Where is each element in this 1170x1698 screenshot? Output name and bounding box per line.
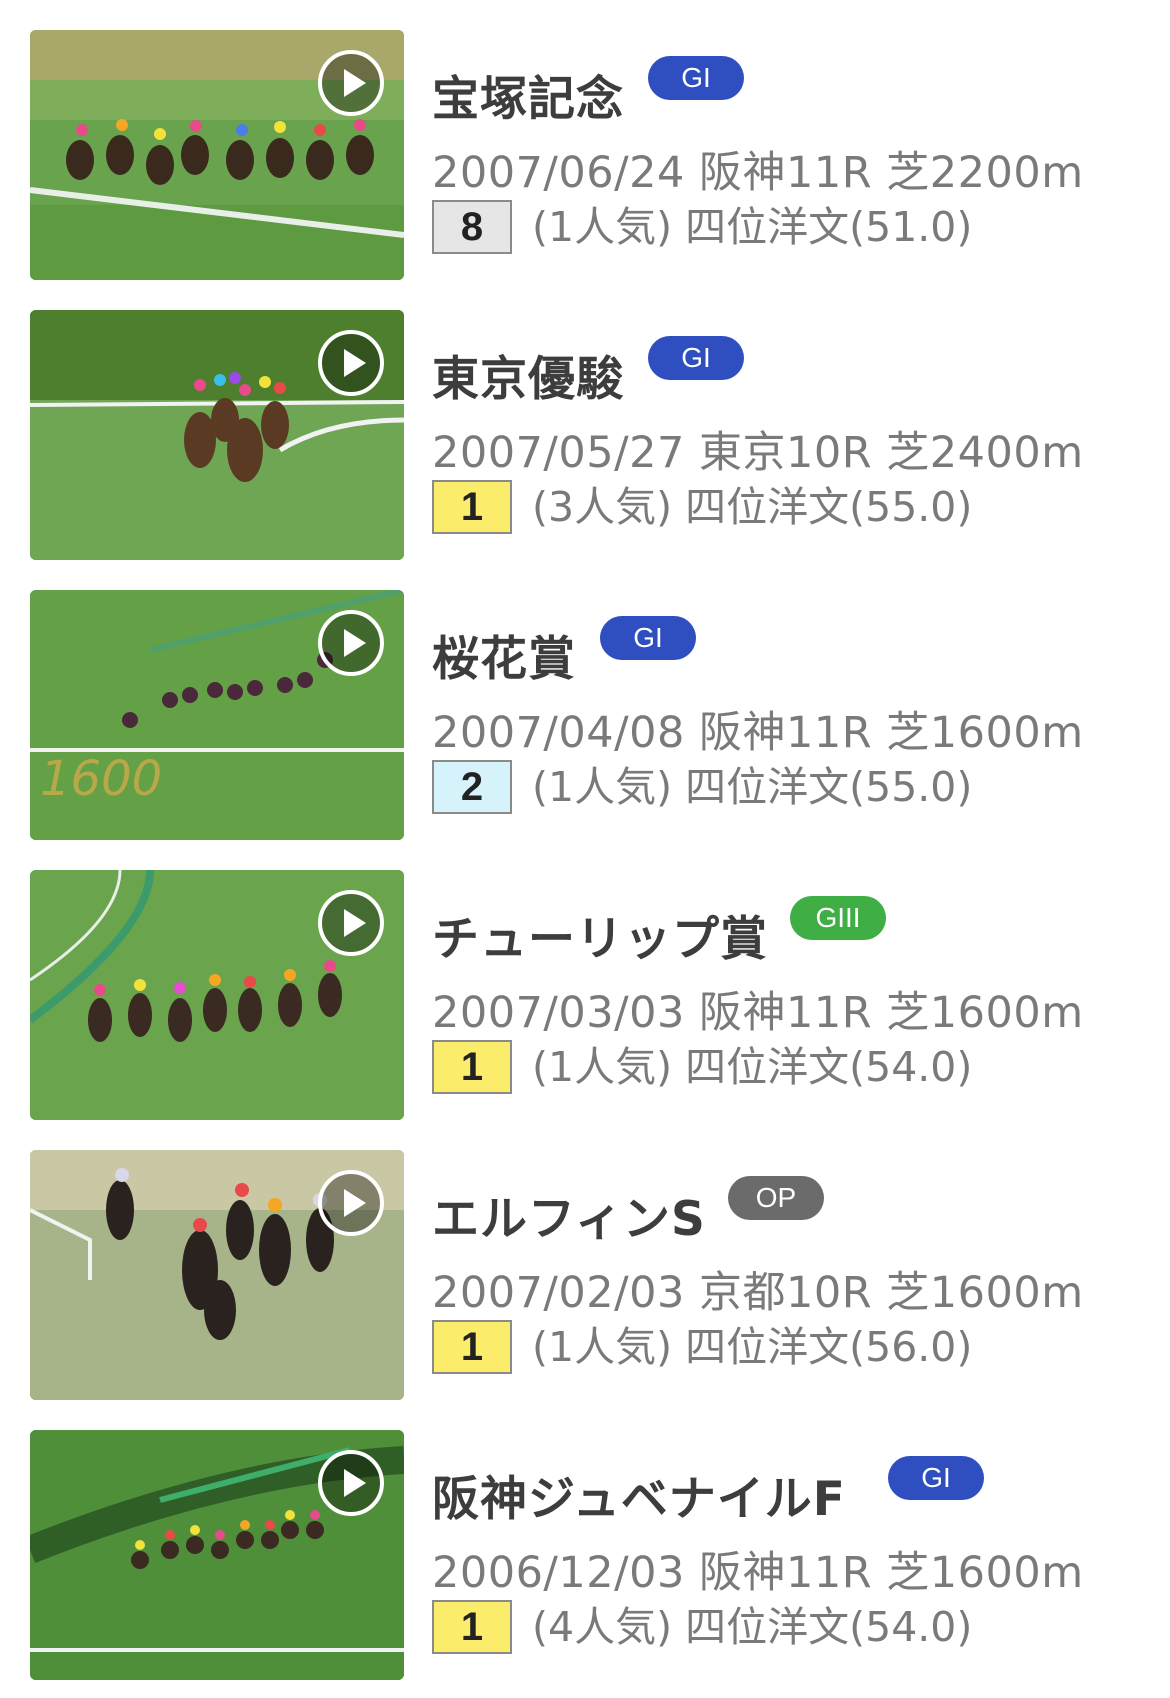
race-row[interactable]: 1600 桜花賞 GI 2007/04/08 阪神11R 芝1600m 2 (1… — [0, 590, 1170, 842]
race-name[interactable]: 宝塚記念 — [432, 60, 624, 129]
grade-badge: GI — [888, 1456, 984, 1500]
grade-badge: GI — [648, 336, 744, 380]
popularity-jockey-weight: (1人気) 四位洋文(56.0) — [532, 1323, 973, 1371]
finish-position-badge: 8 — [432, 200, 512, 254]
race-row[interactable]: 宝塚記念 GI 2007/06/24 阪神11R 芝2200m 8 (1人気) … — [0, 30, 1170, 282]
popularity-jockey-weight: (1人気) 四位洋文(54.0) — [532, 1043, 973, 1091]
grade-badge: GI — [648, 56, 744, 100]
grade-badge: GI — [600, 616, 696, 660]
race-row[interactable]: 阪神ジュベナイルF GI 2006/12/03 阪神11R 芝1600m 1 (… — [0, 1430, 1170, 1682]
grade-badge: OP — [728, 1176, 824, 1220]
race-name[interactable]: チューリップ賞 — [432, 900, 768, 969]
race-info: 2006/12/03 阪神11R 芝1600m — [432, 1548, 1084, 1598]
race-name[interactable]: 阪神ジュベナイルF — [432, 1460, 846, 1529]
race-video-thumbnail[interactable]: 1600 — [30, 590, 404, 840]
play-icon[interactable] — [318, 1170, 384, 1236]
race-video-thumbnail[interactable] — [30, 870, 404, 1120]
finish-position-badge: 1 — [432, 1320, 512, 1374]
race-info: 2007/05/27 東京10R 芝2400m — [432, 428, 1084, 478]
race-info: 2007/04/08 阪神11R 芝1600m — [432, 708, 1084, 758]
popularity-jockey-weight: (1人気) 四位洋文(51.0) — [532, 203, 973, 251]
race-row[interactable]: エルフィンS OP 2007/02/03 京都10R 芝1600m 1 (1人気… — [0, 1150, 1170, 1402]
play-icon[interactable] — [318, 50, 384, 116]
race-info: 2007/06/24 阪神11R 芝2200m — [432, 148, 1084, 198]
popularity-jockey-weight: (4人気) 四位洋文(54.0) — [532, 1603, 973, 1651]
finish-position-badge: 1 — [432, 1600, 512, 1654]
finish-position-badge: 1 — [432, 480, 512, 534]
race-name[interactable]: 桜花賞 — [432, 620, 576, 689]
race-video-thumbnail[interactable] — [30, 1150, 404, 1400]
play-icon[interactable] — [318, 330, 384, 396]
play-icon[interactable] — [318, 890, 384, 956]
play-icon[interactable] — [318, 1450, 384, 1516]
popularity-jockey-weight: (1人気) 四位洋文(55.0) — [532, 763, 973, 811]
finish-position-badge: 2 — [432, 760, 512, 814]
svg-text:1600: 1600 — [40, 751, 162, 807]
race-name[interactable]: 東京優駿 — [432, 340, 624, 409]
race-info: 2007/03/03 阪神11R 芝1600m — [432, 988, 1084, 1038]
finish-position-badge: 1 — [432, 1040, 512, 1094]
race-video-thumbnail[interactable] — [30, 1430, 404, 1680]
race-video-thumbnail[interactable] — [30, 30, 404, 280]
play-icon[interactable] — [318, 610, 384, 676]
race-info: 2007/02/03 京都10R 芝1600m — [432, 1268, 1084, 1318]
grade-badge: GIII — [790, 896, 886, 940]
race-video-thumbnail[interactable] — [30, 310, 404, 560]
race-row[interactable]: チューリップ賞 GIII 2007/03/03 阪神11R 芝1600m 1 (… — [0, 870, 1170, 1122]
popularity-jockey-weight: (3人気) 四位洋文(55.0) — [532, 483, 973, 531]
race-name[interactable]: エルフィンS — [432, 1180, 706, 1249]
race-row[interactable]: 東京優駿 GI 2007/05/27 東京10R 芝2400m 1 (3人気) … — [0, 310, 1170, 562]
